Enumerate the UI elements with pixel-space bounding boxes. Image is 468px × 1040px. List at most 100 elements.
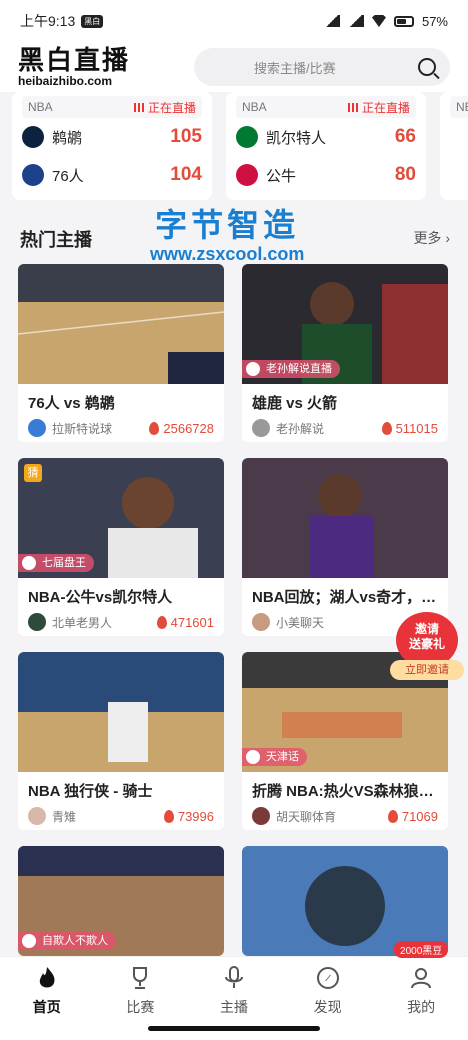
host-name: 小美聊天 — [276, 615, 325, 630]
live-signal-icon — [347, 102, 358, 112]
signal-icon-2 — [347, 15, 364, 27]
invite-now-button[interactable]: 立即邀请 — [390, 660, 464, 680]
nav-label: 首页 — [32, 999, 61, 1015]
invite-gift-button[interactable]: 邀请 送豪礼 立即邀请 — [390, 612, 468, 684]
host-name: 胡天聊体育 — [276, 809, 337, 824]
nav-label: 比赛 — [126, 999, 155, 1015]
fire-icon — [163, 809, 174, 823]
watermark-text: 字节智造 — [155, 207, 300, 243]
team-score: 105 — [170, 126, 202, 147]
team-row: 鹈鹕 105 — [22, 118, 202, 156]
live-status: 正在直播 — [361, 100, 410, 115]
microphone-icon — [224, 966, 243, 988]
team-name: 鹈鹕 — [52, 129, 83, 147]
battery-icon — [393, 15, 414, 27]
flame-icon — [39, 967, 55, 988]
stream-title: 雄鹿 vs 火箭 — [252, 395, 338, 412]
stream-tag: 自欺人不欺人 — [42, 935, 108, 947]
view-count: 71069 — [401, 808, 438, 824]
stream-thumbnail — [242, 846, 448, 956]
stream-card[interactable]: NBA回放；湖人vs奇才，… 小美聊天 3 — [242, 458, 448, 636]
stream-card[interactable]: 猜 七届盘王 NBA-公牛vs凯尔特人 北单老男人 471601 — [18, 458, 224, 636]
host-name: 拉斯特说球 — [52, 421, 113, 436]
crown-icon — [22, 556, 36, 570]
live-signal-icon — [133, 102, 144, 112]
avatar — [28, 419, 46, 437]
crown-icon — [22, 934, 36, 948]
trophy-icon — [133, 967, 148, 989]
avatar — [252, 613, 270, 631]
view-count: 2566728 — [163, 420, 214, 436]
guess-badge: 猜 — [24, 464, 42, 482]
avatar — [28, 807, 46, 825]
view-count: 73996 — [177, 808, 214, 824]
host-name: 老孙解说 — [276, 421, 325, 436]
view-count: 471601 — [170, 614, 214, 630]
crown-icon — [246, 750, 260, 764]
logo-domain: heibaizhibo.com — [18, 74, 113, 88]
host-name: 北单老男人 — [52, 615, 113, 630]
stream-tag: 天津话 — [266, 751, 299, 763]
live-scores-carousel[interactable]: NBA 正在直播 鹈鹕 105 76人 104 NBA 正在直播 凯尔特人 66… — [0, 92, 468, 202]
team-name: 公牛 — [266, 167, 297, 185]
stream-tag: 七届盘王 — [42, 557, 86, 569]
watermark: 字节智造 www.zsxcool.com — [150, 200, 304, 265]
nav-profile[interactable]: 2000黑豆 我的 — [374, 941, 468, 1040]
bulls-logo-icon — [236, 164, 258, 186]
avatar — [252, 807, 270, 825]
team-name: 76人 — [52, 167, 84, 185]
stream-thumbnail — [18, 264, 224, 384]
more-link[interactable]: 更多 › — [413, 228, 450, 248]
stream-card[interactable]: NBA 独行侠 - 骑士 青雉 73996 — [18, 652, 224, 830]
score-card[interactable]: NB — [440, 92, 468, 200]
team-score: 80 — [394, 164, 416, 185]
celtics-logo-icon — [236, 126, 258, 148]
live-status: 正在直播 — [147, 100, 196, 115]
nav-home[interactable]: 首页 — [0, 957, 94, 1040]
league-name: NB — [456, 100, 468, 114]
stream-card[interactable]: 老孙解说直播 雄鹿 vs 火箭 老孙解说 511015 — [242, 264, 448, 442]
app-header: 黑白直播 heibaizhibo.com 搜索主播/比赛 — [0, 42, 468, 92]
app-logo: 黑白直播 heibaizhibo.com — [18, 47, 130, 87]
stream-card[interactable] — [242, 846, 448, 956]
league-name: NBA — [28, 100, 53, 114]
search-bar[interactable]: 搜索主播/比赛 — [194, 48, 450, 86]
beans-badge: 2000黑豆 — [394, 941, 449, 958]
stream-title: NBA 独行侠 - 骑士 — [28, 783, 153, 800]
team-row: 公牛 80 — [236, 156, 416, 194]
battery-percent: 57% — [421, 13, 448, 29]
avatar — [28, 613, 46, 631]
avatar — [252, 419, 270, 437]
stream-thumbnail: 猜 七届盘王 — [18, 458, 224, 578]
stream-thumbnail — [18, 652, 224, 772]
logo-text: 黑白直播 — [18, 45, 131, 75]
home-indicator[interactable] — [148, 1026, 320, 1031]
user-icon — [411, 968, 432, 989]
league-name: NBA — [242, 100, 267, 114]
signal-icon — [323, 15, 340, 27]
stream-thumbnail — [242, 458, 448, 578]
score-card[interactable]: NBA 正在直播 鹈鹕 105 76人 104 — [12, 92, 212, 200]
crown-icon — [246, 362, 260, 376]
status-time: 上午9:13 — [20, 13, 76, 29]
stream-thumbnail: 老孙解说直播 — [242, 264, 448, 384]
compass-icon — [316, 967, 339, 989]
fire-icon — [156, 615, 167, 629]
stream-tag: 老孙解说直播 — [266, 363, 332, 375]
fire-icon — [381, 421, 392, 435]
stream-thumbnail: 自欺人不欺人 — [18, 846, 224, 956]
pelicans-logo-icon — [22, 126, 44, 148]
status-bar: 上午9:13 黑白 57% — [0, 0, 468, 42]
host-name: 青雉 — [52, 809, 77, 824]
search-icon[interactable] — [418, 58, 436, 76]
score-card[interactable]: NBA 正在直播 凯尔特人 66 公牛 80 — [226, 92, 426, 200]
search-placeholder: 搜索主播/比赛 — [254, 60, 336, 76]
stream-title: 76人 vs 鹈鹕 — [28, 395, 115, 412]
team-score: 104 — [170, 164, 202, 185]
stream-card[interactable]: 自欺人不欺人 — [18, 846, 224, 956]
team-score: 66 — [394, 126, 416, 147]
team-name: 凯尔特人 — [266, 129, 327, 147]
wifi-icon — [371, 15, 386, 27]
stream-card[interactable]: 76人 vs 鹈鹕 拉斯特说球 2566728 — [18, 264, 224, 442]
nav-label: 发现 — [313, 999, 342, 1015]
